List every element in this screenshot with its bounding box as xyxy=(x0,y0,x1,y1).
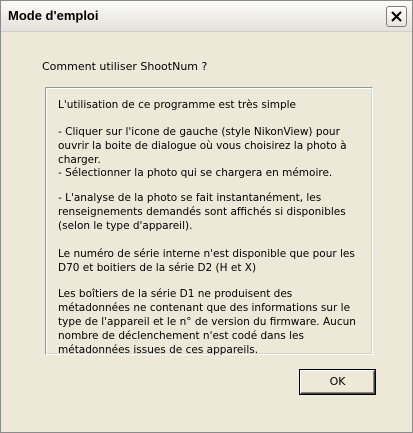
instruction-note-serial: Le numéro de série interne n'est disponi… xyxy=(58,248,355,274)
instruction-step-3: - L'analyse de la photo se fait instanta… xyxy=(58,192,346,232)
ok-button[interactable]: OK xyxy=(300,370,375,394)
title-bar[interactable]: Mode d'emploi xyxy=(1,1,412,32)
instruction-note-d1: Les boîtiers de la série D1 ne produisen… xyxy=(58,288,356,356)
instruction-step-1: - Cliquer sur l'icone de gauche (style N… xyxy=(58,126,347,166)
instruction-intro: L'utilisation de ce programme est très s… xyxy=(58,99,297,111)
dialog-window: Mode d'emploi Comment utiliser ShootNum … xyxy=(0,0,413,433)
instruction-step-2: - Sélectionner la photo qui se chargera … xyxy=(58,167,333,179)
dialog-prompt: Comment utiliser ShootNum ? xyxy=(42,60,208,73)
close-button[interactable] xyxy=(386,6,407,27)
close-icon xyxy=(391,11,402,22)
window-title: Mode d'emploi xyxy=(8,8,99,23)
